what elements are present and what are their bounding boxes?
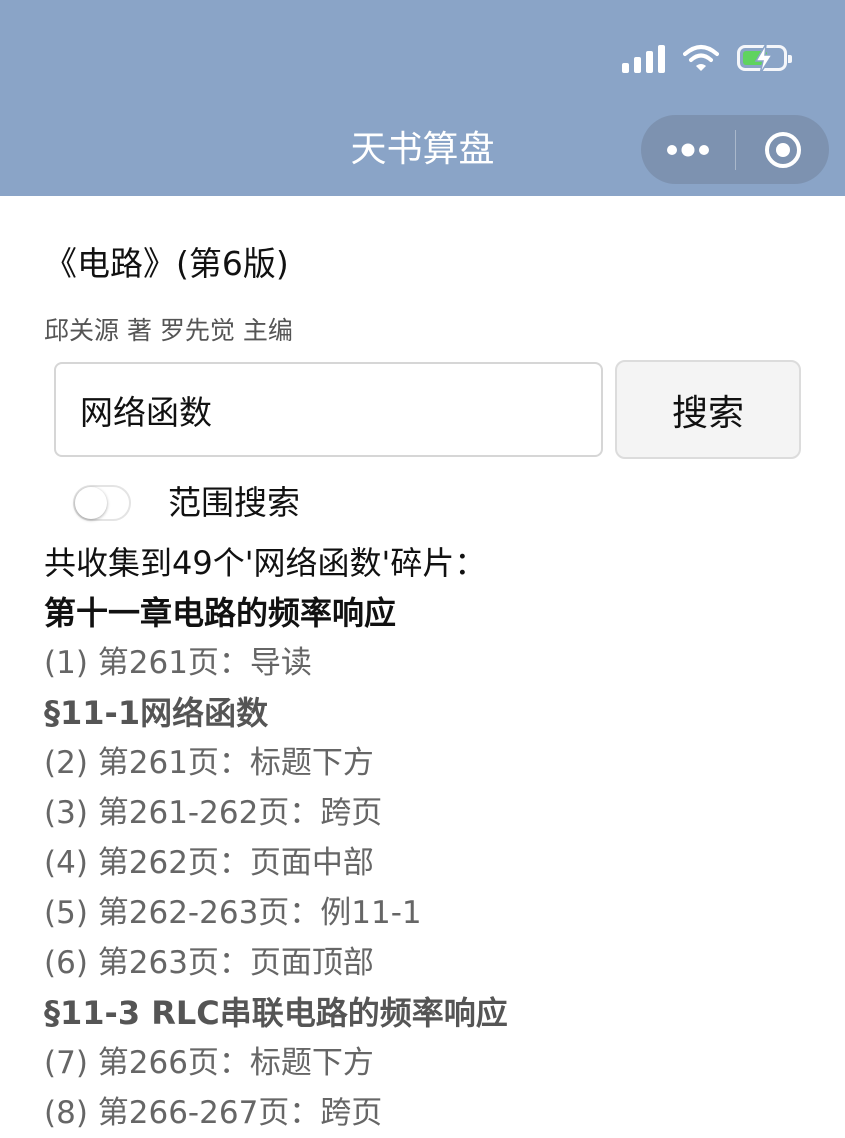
result-item[interactable]: (3) 第261-262页：跨页 (44, 788, 508, 838)
range-search-label: 范围搜索 (168, 483, 300, 522)
section-heading: §11-3 RLC串联电路的频率响应 (44, 994, 508, 1032)
battery-charging-icon (737, 44, 792, 74)
results-summary: 共收集到49个'网络函数'碎片： (44, 544, 487, 582)
result-item[interactable]: (1) 第261页：导读 (44, 638, 508, 688)
section-heading: §11-1网络函数 (44, 694, 269, 732)
close-circle-icon (764, 131, 801, 168)
book-authors: 邱关源 著 罗先觉 主编 (44, 316, 293, 345)
results-list: 第十一章电路的频率响应 (1) 第261页：导读 §11-1网络函数 (2) 第… (44, 588, 508, 1138)
result-item[interactable]: (6) 第263页：页面顶部 (44, 938, 508, 988)
search-button[interactable]: 搜索 (615, 360, 801, 459)
result-item[interactable]: (8) 第266-267页：跨页 (44, 1088, 508, 1138)
book-title: 《电路》(第6版) (44, 244, 289, 283)
signal-icon (622, 43, 665, 73)
navigation-bar: 天书算盘 (0, 0, 845, 196)
search-box (54, 362, 603, 457)
close-button[interactable] (736, 115, 829, 184)
result-item[interactable]: (7) 第266页：标题下方 (44, 1038, 508, 1088)
toggle-knob (75, 487, 107, 519)
mini-program-capsule (641, 115, 829, 184)
more-icon (667, 143, 709, 156)
result-item[interactable]: (4) 第262页：页面中部 (44, 838, 508, 888)
wifi-icon (683, 45, 719, 71)
result-item[interactable]: (2) 第261页：标题下方 (44, 738, 508, 788)
status-bar (622, 38, 792, 78)
more-button[interactable] (641, 115, 735, 184)
range-search-toggle[interactable] (73, 485, 131, 521)
search-input[interactable] (80, 386, 580, 434)
chapter-heading: 第十一章电路的频率响应 (44, 594, 397, 632)
result-item[interactable]: (5) 第262-263页：例11-1 (44, 888, 508, 938)
